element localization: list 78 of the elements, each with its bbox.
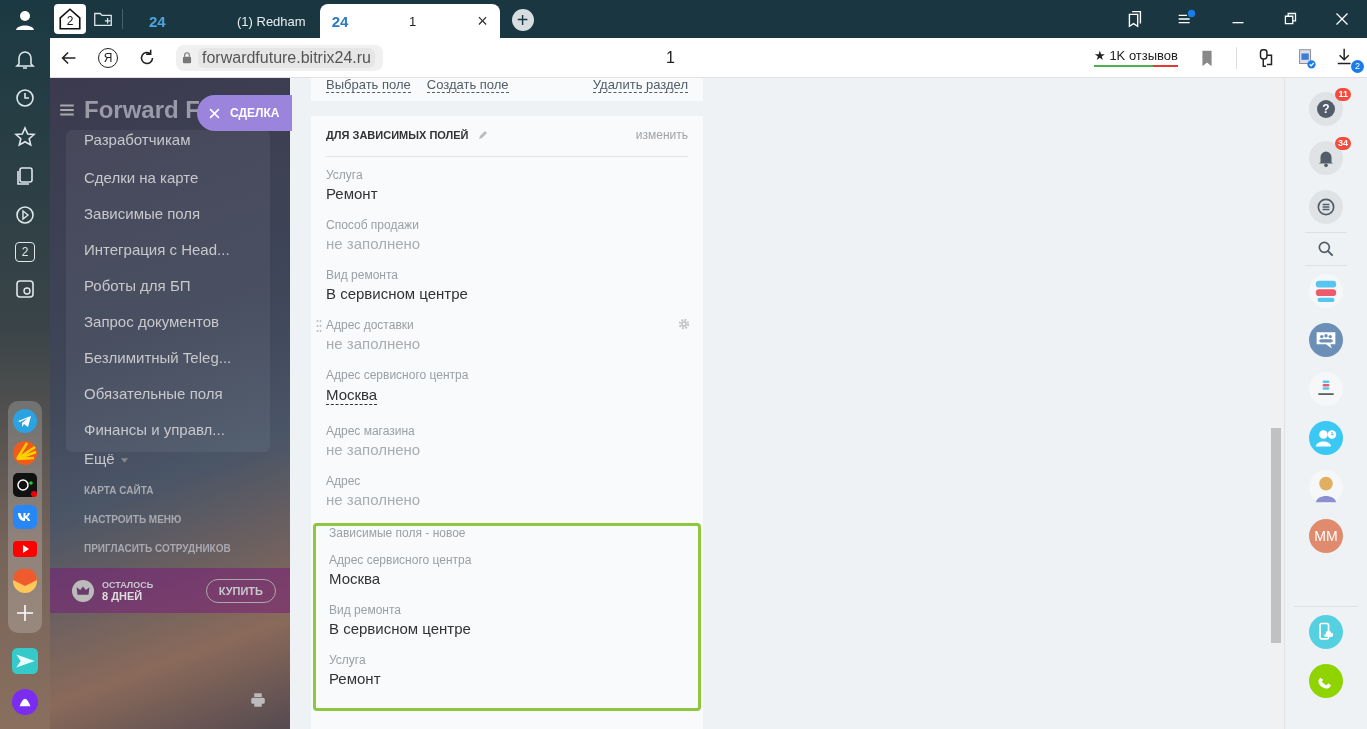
- sunburst-icon[interactable]: [13, 441, 37, 465]
- menu-item[interactable]: Разработчикам: [66, 130, 270, 160]
- field-value: В сервисном центре: [329, 619, 471, 639]
- clock-icon[interactable]: [13, 86, 37, 110]
- star-icon[interactable]: [13, 125, 37, 149]
- menu-item[interactable]: Зависимые поля: [66, 196, 270, 232]
- field-label: Адрес доставки: [326, 317, 415, 333]
- field-label: Адрес: [326, 473, 362, 489]
- new-tab-button[interactable]: +: [511, 9, 534, 31]
- more-menu-item[interactable]: Ещё: [50, 450, 290, 467]
- close-tab-button[interactable]: ×: [477, 10, 488, 32]
- caret-icon: [120, 457, 128, 463]
- field-value: Ремонт: [329, 669, 381, 689]
- telegram-icon[interactable]: [13, 409, 37, 433]
- logo-icon[interactable]: [1309, 372, 1343, 406]
- action-link[interactable]: Создать поле: [426, 78, 509, 93]
- field-value: Москва: [329, 569, 381, 589]
- field-label: Вид ремонта: [329, 602, 402, 618]
- field-label: Способ продажи: [326, 217, 420, 233]
- field-value-link[interactable]: Москва: [326, 386, 378, 405]
- field-label: Адрес магазина: [326, 423, 416, 439]
- counter-badge: 34: [1335, 137, 1351, 150]
- reviews-link[interactable]: ★ 1K отзывов: [1093, 48, 1178, 67]
- section-title: ДЛЯ ЗАВИСИМЫХ ПОЛЕЙ: [326, 129, 469, 141]
- play-icon[interactable]: [13, 203, 37, 227]
- field-value: не заполнено: [326, 440, 421, 460]
- menu-link[interactable]: НАСТРОИТЬ МЕНЮ: [50, 514, 290, 525]
- field-label: Адрес сервисного центра: [326, 367, 470, 383]
- crown-icon: [72, 579, 94, 602]
- user-avatar[interactable]: ММ: [1309, 519, 1343, 553]
- counter-badge[interactable]: 2: [15, 242, 35, 262]
- drag-handle-icon[interactable]: [316, 319, 322, 333]
- action-link[interactable]: Удалить раздел: [592, 78, 688, 93]
- alice-icon[interactable]: [12, 689, 38, 715]
- menu-link[interactable]: ПРИГЛАСИТЬ СОТРУДНИКОВ: [50, 543, 290, 554]
- vk-icon[interactable]: [13, 505, 37, 529]
- field-value: В сервисном центре: [326, 284, 468, 304]
- search-icon[interactable]: [1316, 239, 1336, 259]
- trial-label: ОСТАЛОСЬ: [102, 579, 154, 590]
- send-icon[interactable]: [12, 648, 38, 674]
- counter-badge: 2: [1351, 59, 1364, 73]
- menu-item[interactable]: Обязательные поля: [66, 376, 270, 412]
- field-value: Ремонт: [326, 184, 378, 204]
- browser-tab[interactable]: 24: [135, 4, 223, 38]
- avatar-icon[interactable]: [1309, 470, 1343, 504]
- browser-tab[interactable]: (1) Redham: [223, 4, 320, 38]
- group-title: Зависимые поля - новое: [329, 526, 467, 540]
- lock-icon: [180, 50, 194, 65]
- user-icon[interactable]: [13, 8, 37, 32]
- action-link[interactable]: Выбрать поле: [326, 78, 411, 93]
- counter-badge: 11: [1335, 88, 1351, 101]
- field-label: Услуга: [329, 652, 367, 668]
- menu-item[interactable]: Интеграция с Head...: [66, 232, 270, 268]
- field-value: не заполнено: [326, 234, 421, 254]
- address-field[interactable]: forwardfuture.bitrix24.ru: [176, 44, 383, 71]
- portal-title: Forward F: [84, 96, 200, 124]
- field-label: Адрес сервисного центра: [329, 552, 473, 568]
- field-value: не заполнено: [326, 334, 421, 354]
- page-title: 1: [665, 48, 675, 67]
- field-label: Услуга: [326, 167, 364, 183]
- close-icon: [209, 107, 220, 119]
- group-chat-icon[interactable]: [1309, 323, 1343, 357]
- browser-tab[interactable]: 24 1 ×: [319, 4, 500, 38]
- menu-item[interactable]: Сделки на карте: [66, 160, 270, 196]
- field-label: Вид ремонта: [326, 267, 399, 283]
- menu-item[interactable]: Роботы для БП: [66, 268, 270, 304]
- menu-item[interactable]: Финансы и управл...: [66, 412, 270, 448]
- menu-link[interactable]: КАРТА САЙТА: [50, 485, 290, 496]
- menu-item[interactable]: Запрос документов: [66, 304, 270, 340]
- home-button[interactable]: 2: [54, 4, 86, 34]
- trial-days: 8 ДНЕЙ: [102, 589, 154, 602]
- chat-icon[interactable]: [1309, 190, 1343, 224]
- field-value: не заполнено: [326, 490, 421, 510]
- camera-app-icon[interactable]: [13, 473, 37, 497]
- camera-icon[interactable]: [13, 277, 37, 301]
- menu-item[interactable]: Безлимитный Teleg...: [66, 340, 270, 376]
- printer-icon[interactable]: [249, 691, 267, 709]
- stack-icon[interactable]: [1309, 274, 1343, 308]
